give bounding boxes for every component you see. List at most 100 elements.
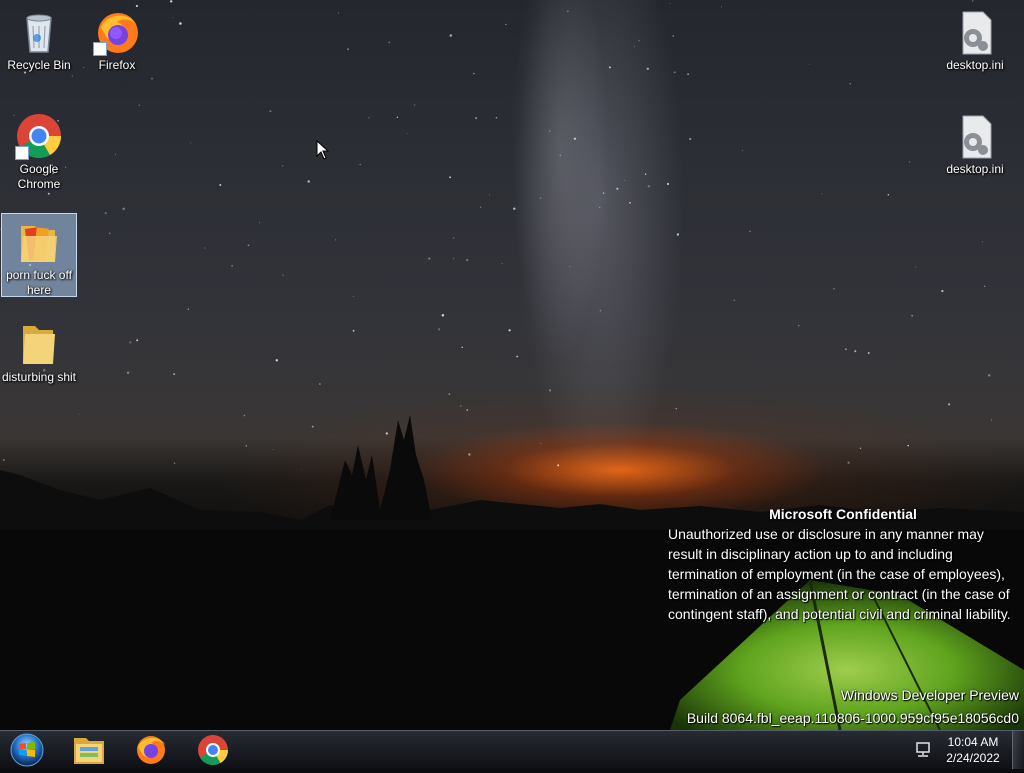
desktop-icon-desktop-ini[interactable]: desktop.ini bbox=[937, 108, 1013, 177]
star bbox=[602, 192, 605, 194]
star bbox=[413, 104, 416, 106]
star bbox=[821, 193, 823, 195]
desktop-icon-folder[interactable]: disturbing shit bbox=[1, 316, 77, 385]
star bbox=[647, 185, 650, 188]
star bbox=[122, 207, 125, 211]
star bbox=[104, 212, 107, 215]
star bbox=[573, 137, 577, 140]
taskbar-file-explorer-button[interactable] bbox=[64, 732, 114, 768]
star bbox=[854, 350, 857, 353]
taskbar-firefox-button[interactable] bbox=[126, 732, 176, 768]
star bbox=[749, 230, 751, 232]
star bbox=[629, 201, 631, 204]
star bbox=[741, 149, 743, 151]
desktop-icon-label: Google Chrome bbox=[17, 162, 61, 191]
star bbox=[352, 295, 354, 297]
star bbox=[644, 173, 647, 175]
star bbox=[908, 161, 911, 163]
folder-icon bbox=[15, 320, 63, 368]
star bbox=[984, 285, 986, 287]
star bbox=[247, 244, 250, 247]
desktop-icon-recycle-bin[interactable]: Recycle Bin bbox=[1, 4, 77, 73]
star bbox=[475, 117, 478, 120]
product-name: Windows Developer Preview bbox=[840, 687, 1019, 703]
desktop-icon-label: disturbing shit bbox=[1, 370, 77, 384]
star bbox=[669, 3, 671, 5]
recycle-bin-icon bbox=[15, 8, 63, 56]
desktop-icon-label: porn fuck off here bbox=[6, 268, 72, 297]
star bbox=[616, 187, 619, 190]
star bbox=[666, 182, 670, 186]
star bbox=[461, 346, 463, 348]
star bbox=[638, 39, 640, 42]
clock-time: 10:04 AM bbox=[947, 735, 999, 749]
star bbox=[359, 164, 361, 165]
star bbox=[108, 232, 111, 235]
network-icon[interactable] bbox=[914, 741, 932, 759]
star bbox=[219, 183, 222, 187]
star bbox=[599, 309, 602, 312]
star bbox=[501, 263, 503, 265]
star bbox=[338, 12, 339, 14]
star bbox=[548, 389, 552, 392]
star bbox=[987, 374, 991, 377]
star bbox=[911, 315, 913, 317]
start-button[interactable] bbox=[6, 732, 48, 768]
star bbox=[676, 233, 680, 236]
star bbox=[672, 35, 675, 37]
star bbox=[204, 247, 206, 249]
show-desktop-button[interactable] bbox=[1012, 731, 1024, 769]
star bbox=[173, 373, 176, 376]
star bbox=[808, 63, 811, 65]
star bbox=[335, 239, 337, 241]
star bbox=[47, 192, 50, 195]
star bbox=[179, 22, 182, 25]
star bbox=[396, 116, 399, 118]
star bbox=[941, 289, 944, 293]
star bbox=[441, 313, 445, 317]
star bbox=[307, 180, 310, 183]
star bbox=[915, 266, 917, 268]
star bbox=[982, 241, 983, 243]
star bbox=[867, 352, 870, 354]
media-folder-icon bbox=[15, 218, 63, 266]
star bbox=[559, 154, 561, 156]
star bbox=[634, 46, 635, 48]
desktop-icon-media-folder[interactable]: porn fuck off here bbox=[1, 213, 77, 297]
star bbox=[849, 83, 851, 85]
firefox-icon bbox=[137, 736, 166, 764]
star bbox=[513, 207, 516, 210]
star bbox=[170, 0, 173, 3]
file-explorer-icon bbox=[74, 738, 104, 764]
desktop-icon-label: Recycle Bin bbox=[7, 58, 71, 72]
star bbox=[453, 257, 455, 259]
star bbox=[479, 206, 482, 208]
star bbox=[388, 41, 391, 44]
taskbar-clock[interactable]: 10:04 AM 2/24/2022 bbox=[940, 734, 1006, 766]
star bbox=[489, 194, 490, 196]
star bbox=[673, 71, 676, 74]
star bbox=[319, 383, 321, 385]
build-string: Build 8064.fbl_eeap.110806-1000.959cf95e… bbox=[686, 710, 1019, 726]
desktop-icon-desktop-ini[interactable]: desktop.ini bbox=[937, 4, 1013, 73]
shortcut-arrow-icon bbox=[15, 146, 29, 160]
star bbox=[624, 180, 626, 182]
settings-file-icon bbox=[951, 8, 999, 56]
star bbox=[448, 393, 451, 395]
star bbox=[887, 193, 890, 196]
taskbar-chrome-button[interactable] bbox=[188, 732, 238, 768]
chrome-icon bbox=[15, 112, 63, 160]
desktop-icon-google-chrome[interactable]: Google Chrome bbox=[1, 108, 77, 192]
desktop-icon-firefox[interactable]: Firefox bbox=[79, 4, 155, 73]
build-info: Windows Developer Preview Build 8064.fbl… bbox=[687, 684, 1019, 730]
star bbox=[540, 197, 542, 199]
star bbox=[126, 371, 130, 375]
star bbox=[495, 117, 498, 119]
star bbox=[114, 153, 116, 155]
star bbox=[845, 348, 847, 351]
star bbox=[465, 258, 469, 262]
taskbar: 10:04 AM 2/24/2022 bbox=[0, 730, 1024, 769]
star bbox=[282, 274, 284, 276]
star bbox=[187, 308, 189, 310]
star bbox=[136, 339, 139, 342]
